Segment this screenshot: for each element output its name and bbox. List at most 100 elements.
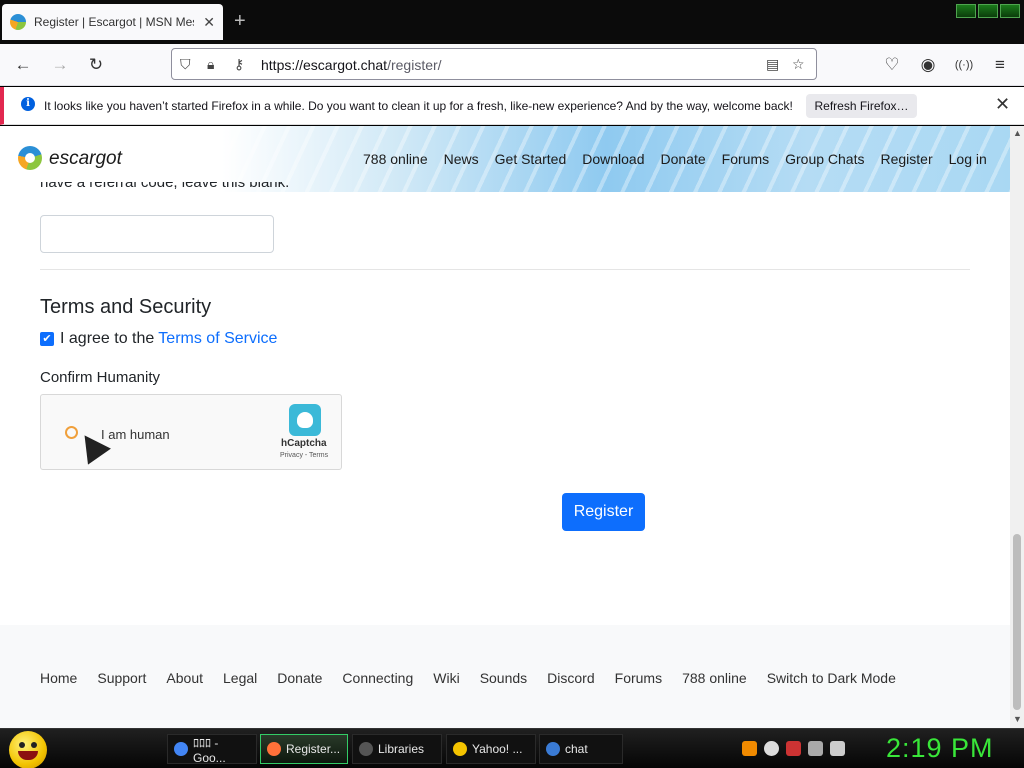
messenger-tray-icon[interactable] bbox=[764, 741, 779, 756]
taskbar-item-chat[interactable]: chat bbox=[539, 734, 623, 764]
nav-online[interactable]: 788 online bbox=[363, 151, 428, 167]
nav-group-chats[interactable]: Group Chats bbox=[785, 151, 864, 167]
info-icon: i bbox=[21, 97, 35, 111]
page-viewport: escargot 788 online News Get Started Dow… bbox=[0, 126, 1010, 728]
start-smiley-icon[interactable] bbox=[9, 731, 47, 768]
register-button[interactable]: Register bbox=[562, 493, 645, 531]
footer-link-about[interactable]: About bbox=[166, 670, 203, 686]
extensions-icon[interactable]: ((·)) bbox=[952, 53, 976, 77]
nav-register[interactable]: Register bbox=[880, 151, 932, 167]
referral-code-input[interactable] bbox=[40, 215, 274, 253]
scroll-up-arrow-icon[interactable]: ▲ bbox=[1013, 128, 1022, 138]
network-tray-icon[interactable] bbox=[808, 741, 823, 756]
taskbar-item-label: Register... bbox=[286, 742, 341, 756]
footer-link-connecting[interactable]: Connecting bbox=[342, 670, 413, 686]
footer-link-discord[interactable]: Discord bbox=[547, 670, 594, 686]
window-controls bbox=[956, 4, 1020, 18]
scrollbar-thumb[interactable] bbox=[1013, 534, 1021, 710]
footer-link-sounds[interactable]: Sounds bbox=[480, 670, 527, 686]
address-bar[interactable]: ⛉ 🔒︎ ⚷ https://escargot.chat/register/ ▤… bbox=[171, 48, 817, 80]
forward-arrow-icon[interactable]: → bbox=[48, 53, 72, 77]
maximize-button[interactable] bbox=[978, 4, 998, 18]
search-tray-icon[interactable] bbox=[742, 741, 757, 756]
back-arrow-icon[interactable]: ← bbox=[11, 53, 35, 77]
footer-link-support[interactable]: Support bbox=[97, 670, 146, 686]
taskbar-clock[interactable]: 2:19 PM bbox=[886, 733, 994, 764]
reader-view-icon[interactable]: ▤ bbox=[766, 56, 779, 73]
agree-row: ✔ I agree to the Terms of Service bbox=[40, 330, 277, 348]
nav-get-started[interactable]: Get Started bbox=[495, 151, 567, 167]
nav-login[interactable]: Log in bbox=[949, 151, 987, 167]
captcha-label: I am human bbox=[101, 427, 170, 442]
firefox-notification-bar: i It looks like you haven’t started Fire… bbox=[0, 87, 1024, 125]
menu-icon[interactable]: ≡ bbox=[988, 53, 1012, 77]
system-tray bbox=[742, 741, 845, 756]
shield-icon[interactable]: ⛉ bbox=[180, 56, 191, 73]
tab-title: Register | Escargot | MSN Mess bbox=[34, 15, 194, 29]
footer-link-home[interactable]: Home bbox=[40, 670, 77, 686]
account-icon[interactable]: ◉ bbox=[916, 53, 940, 77]
nav-donate[interactable]: Donate bbox=[661, 151, 706, 167]
referral-help-text: have a referral code, leave this blank. bbox=[40, 182, 289, 192]
nav-download[interactable]: Download bbox=[582, 151, 644, 167]
notification-message: It looks like you haven’t started Firefo… bbox=[44, 99, 793, 113]
footer-link-forums[interactable]: Forums bbox=[615, 670, 662, 686]
scroll-down-arrow-icon[interactable]: ▼ bbox=[1013, 714, 1022, 724]
agree-label: I agree to the bbox=[60, 330, 155, 347]
hcaptcha-brand: hCaptcha bbox=[281, 438, 327, 449]
url-domain: https://escargot.chat bbox=[261, 57, 388, 73]
referral-help-line: have a referral code, leave this blank. bbox=[40, 182, 290, 191]
taskbar-item-chrome[interactable]: ﾛﾛﾛ - Goo... bbox=[167, 734, 257, 765]
key-icon[interactable]: ⚷ bbox=[234, 56, 244, 73]
chrome-icon bbox=[174, 742, 188, 756]
browser-tab[interactable]: Register | Escargot | MSN Mess ✕ bbox=[2, 4, 223, 40]
browser-toolbar: ← → ↻ ⛉ 🔒︎ ⚷ https://escargot.chat/regis… bbox=[0, 44, 1024, 86]
taskbar-item-label: ﾛﾛﾛ - Goo... bbox=[193, 735, 226, 765]
lock-icon[interactable]: 🔒︎ bbox=[207, 56, 214, 73]
url-text[interactable]: https://escargot.chat/register/ bbox=[261, 57, 442, 73]
close-notification-icon[interactable]: ✕ bbox=[995, 95, 1010, 113]
taskbar-item-yahoo[interactable]: Yahoo! ... bbox=[446, 734, 536, 764]
refresh-firefox-button[interactable]: Refresh Firefox… bbox=[806, 94, 917, 118]
confirm-humanity-label: Confirm Humanity bbox=[40, 369, 161, 386]
hcaptcha-logo-icon bbox=[289, 404, 321, 436]
terms-of-service-link[interactable]: Terms of Service bbox=[158, 330, 277, 348]
bookmark-star-icon[interactable]: ☆ bbox=[792, 56, 805, 73]
section-divider bbox=[40, 269, 970, 270]
close-window-button[interactable] bbox=[1000, 4, 1020, 18]
minimize-button[interactable] bbox=[956, 4, 976, 18]
nav-news[interactable]: News bbox=[444, 151, 479, 167]
flag-tray-icon[interactable] bbox=[786, 741, 801, 756]
footer-nav: Home Support About Legal Donate Connecti… bbox=[40, 670, 896, 686]
footer-link-donate[interactable]: Donate bbox=[277, 670, 322, 686]
page-scrollbar[interactable]: ▲ ▼ bbox=[1010, 126, 1024, 728]
taskbar-item-label: chat bbox=[565, 742, 588, 756]
pocket-icon[interactable]: ♡ bbox=[880, 53, 904, 77]
footer-link-dark-mode[interactable]: Switch to Dark Mode bbox=[767, 670, 896, 686]
taskbar: ﾛﾛﾛ - Goo... Register... Libraries Yahoo… bbox=[0, 728, 1024, 768]
site-nav: 788 online News Get Started Download Don… bbox=[363, 151, 987, 167]
footer-link-legal[interactable]: Legal bbox=[223, 670, 257, 686]
libraries-icon bbox=[359, 742, 373, 756]
firefox-icon bbox=[267, 742, 281, 756]
tab-close-icon[interactable]: ✕ bbox=[203, 14, 215, 31]
reload-icon[interactable]: ↻ bbox=[84, 53, 108, 77]
yahoo-messenger-icon bbox=[453, 742, 467, 756]
footer-link-online[interactable]: 788 online bbox=[682, 670, 747, 686]
escargot-favicon-icon bbox=[10, 14, 26, 30]
taskbar-item-firefox[interactable]: Register... bbox=[260, 734, 348, 764]
taskbar-item-label: Yahoo! ... bbox=[472, 742, 523, 756]
escargot-logo-icon[interactable] bbox=[18, 146, 42, 170]
new-tab-button[interactable]: + bbox=[234, 10, 246, 32]
captcha-privacy-terms-links[interactable]: Privacy - Terms bbox=[280, 452, 328, 459]
taskbar-item-label: Libraries bbox=[378, 742, 425, 756]
volume-tray-icon[interactable] bbox=[830, 741, 845, 756]
footer-link-wiki[interactable]: Wiki bbox=[433, 670, 459, 686]
site-brand[interactable]: escargot bbox=[49, 148, 122, 170]
taskbar-item-libraries[interactable]: Libraries bbox=[352, 734, 442, 764]
captcha-checkbox[interactable] bbox=[65, 426, 78, 439]
nav-forums[interactable]: Forums bbox=[722, 151, 769, 167]
site-footer: Home Support About Legal Donate Connecti… bbox=[0, 625, 1010, 728]
tab-strip: Register | Escargot | MSN Mess ✕ + bbox=[0, 0, 1024, 44]
agree-checkbox[interactable]: ✔ bbox=[40, 332, 54, 346]
